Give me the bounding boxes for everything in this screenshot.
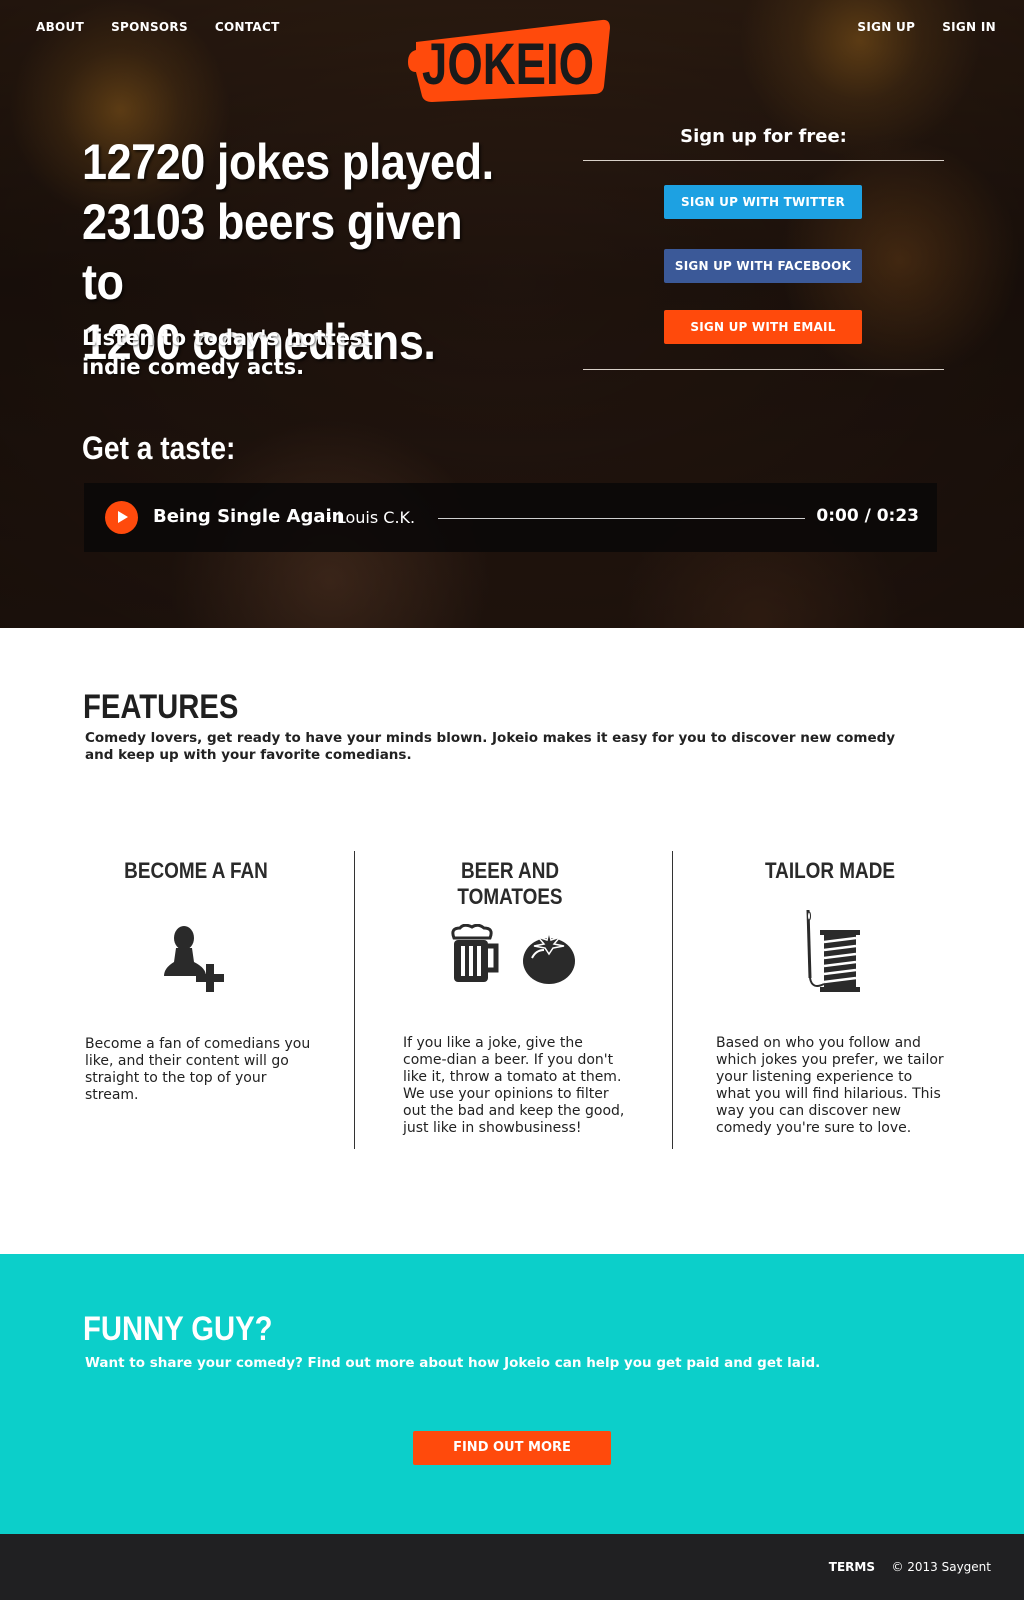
hero-section: ABOUT SPONSORS CONTACT SIGN UP SIGN IN J… (0, 0, 1024, 628)
nav-about-link[interactable]: ABOUT (36, 20, 84, 34)
nav-sign-up-link[interactable]: SIGN UP (857, 20, 915, 34)
column-divider (672, 851, 673, 1149)
features-intro: Comedy lovers, get ready to have your mi… (85, 730, 896, 763)
cta-title: FUNNY GUY? (83, 1310, 273, 1348)
cta-text: Want to share your comedy? Find out more… (85, 1355, 821, 1371)
sign-up-email-button[interactable]: SIGN UP WITH EMAIL (664, 310, 862, 344)
feature-title: BECOME A FAN (124, 858, 268, 883)
hero-subline: Listen to today's hottest indie comedy a… (82, 326, 373, 379)
taste-title: Get a taste: (82, 430, 236, 466)
track-artist: - Louis C.K. (326, 508, 416, 527)
jokeio-logo[interactable]: JOKEIO (404, 16, 610, 104)
headline-line-2: 23103 beers given to (82, 194, 463, 310)
track-title: Being Single Again (153, 506, 345, 527)
tomato-icon (523, 931, 575, 984)
nav-sign-in-link[interactable]: SIGN IN (942, 20, 996, 34)
signup-divider (583, 369, 944, 370)
footer: TERMS © 2013 Saygent (0, 1534, 1024, 1600)
sign-up-twitter-button[interactable]: SIGN UP WITH TWITTER (664, 185, 862, 219)
feature-title: TAILOR MADE (765, 858, 895, 883)
thread-spool-icon (806, 909, 860, 992)
play-icon[interactable] (105, 501, 138, 534)
add-user-icon (164, 926, 224, 992)
main-nav: ABOUT SPONSORS CONTACT (36, 20, 280, 34)
find-out-more-button[interactable]: FIND OUT MORE (413, 1431, 611, 1465)
terms-link[interactable]: TERMS (829, 1560, 875, 1574)
nav-sponsors-link[interactable]: SPONSORS (111, 20, 188, 34)
headline-line-1: 12720 jokes played. (82, 134, 494, 190)
logo-text: JOKEIO (422, 32, 594, 97)
signup-title: Sign up for free: (680, 126, 847, 147)
signup-panel: Sign up for free: SIGN UP WITH TWITTER S… (583, 126, 944, 370)
audio-player: Being Single Again - Louis C.K. 0:00 / 0… (84, 483, 937, 552)
column-divider (354, 851, 355, 1149)
feature-text: Become a fan of comedians you like, and … (85, 1036, 311, 1103)
signup-divider (583, 160, 944, 161)
funny-guy-section: FUNNY GUY? Want to share your comedy? Fi… (0, 1254, 1024, 1534)
sign-up-facebook-button[interactable]: SIGN UP WITH FACEBOOK (664, 249, 862, 283)
copyright-text: © 2013 Saygent (891, 1560, 991, 1574)
features-title: FEATURES (83, 688, 239, 726)
nav-contact-link[interactable]: CONTACT (215, 20, 280, 34)
feature-title: BEER AND TOMATOES (457, 858, 563, 909)
feature-text: Based on who you follow and which jokes … (716, 1035, 944, 1136)
progress-bar[interactable] (438, 518, 805, 519)
account-nav: SIGN UP SIGN IN (857, 20, 996, 34)
track-time: 0:00 / 0:23 (816, 506, 919, 526)
feature-text: If you like a joke, give the come-dian a… (403, 1035, 625, 1136)
beer-mug-icon (451, 924, 499, 982)
